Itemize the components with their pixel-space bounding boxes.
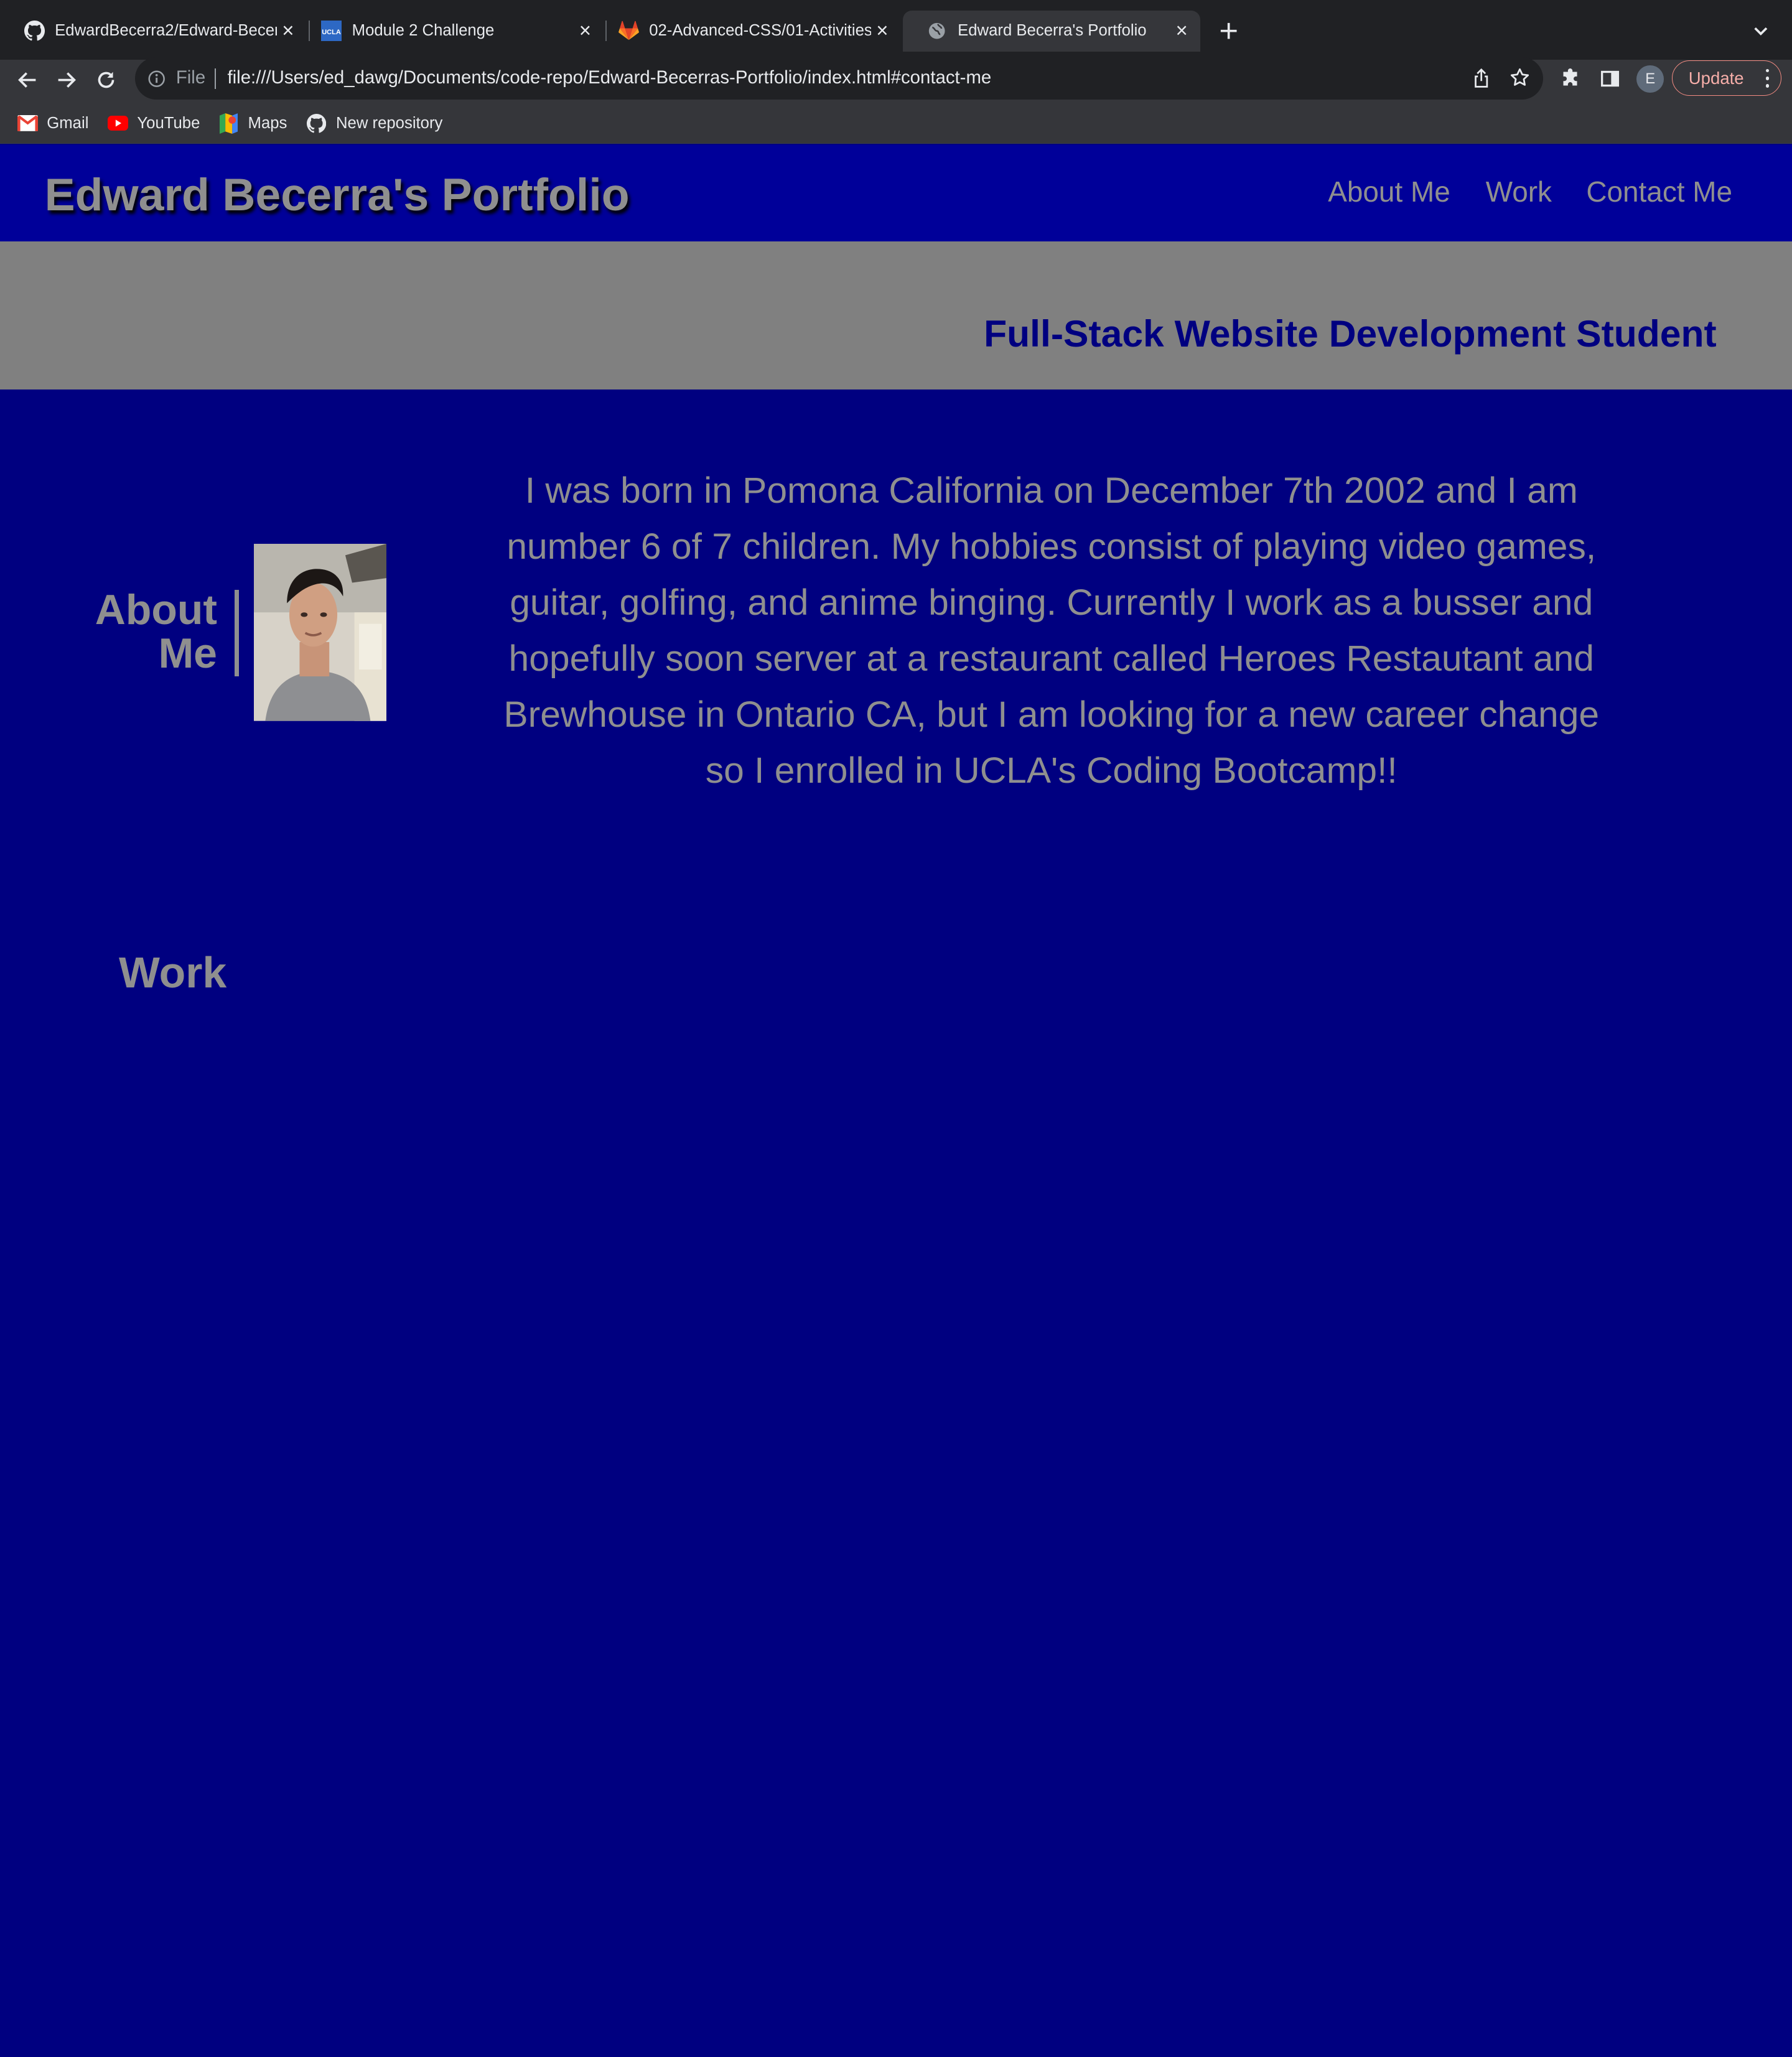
tab-module-2[interactable]: UCLA Module 2 Challenge × — [297, 11, 604, 52]
close-icon[interactable]: × — [277, 19, 300, 42]
info-icon[interactable] — [146, 68, 167, 89]
bookmark-label: YouTube — [137, 114, 200, 132]
close-icon[interactable]: × — [1170, 19, 1193, 42]
hero-banner: Full-Stack Website Development Student — [0, 241, 1792, 390]
more-vertical-icon[interactable] — [1763, 67, 1772, 90]
work-heading: Work — [119, 948, 227, 997]
bookmark-label: New repository — [335, 114, 443, 132]
bookmark-new-repository[interactable]: New repository — [306, 112, 442, 135]
tab-portfolio[interactable]: Edward Becerra's Portfolio × — [902, 10, 1200, 52]
close-icon[interactable]: × — [574, 19, 597, 42]
tab-advanced-css[interactable]: 02-Advanced-CSS/01-Activities × — [594, 11, 900, 52]
bookmark-gmail[interactable]: Gmail — [17, 112, 89, 135]
bookmarks-bar: Gmail YouTube Maps New repository — [0, 100, 1792, 144]
site-title: Edward Becerra's Portfolio — [44, 168, 630, 220]
tab-title: EdwardBecerra2/Edward-Becerras-Portfolio — [55, 22, 276, 40]
github-icon — [24, 21, 45, 41]
update-label: Update — [1688, 68, 1744, 88]
site-header: Edward Becerra's Portfolio About Me Work… — [0, 145, 1792, 241]
side-panel-icon[interactable] — [1597, 65, 1624, 93]
bookmark-label: Maps — [248, 114, 287, 132]
svg-text:UCLA: UCLA — [322, 29, 341, 36]
globe-icon — [927, 21, 948, 41]
scheme-separator — [215, 68, 217, 90]
tab-title: Module 2 Challenge — [352, 22, 495, 40]
bookmark-label: Gmail — [47, 114, 89, 132]
ucla-icon: UCLA — [321, 21, 342, 42]
page-viewport: Edward Becerra's Portfolio About Me Work… — [0, 145, 1792, 1120]
update-button[interactable]: Update — [1672, 60, 1782, 96]
tab-title: Edward Becerra's Portfolio — [958, 22, 1147, 40]
nav-link-contact-me[interactable]: Contact Me — [1586, 175, 1732, 208]
github-icon — [306, 113, 327, 134]
new-tab-button[interactable] — [1214, 16, 1244, 46]
reload-icon[interactable] — [91, 65, 121, 95]
nav-link-about-me[interactable]: About Me — [1328, 175, 1450, 208]
gitlab-icon — [618, 21, 639, 41]
about-divider — [234, 589, 239, 677]
profile-avatar[interactable]: E — [1636, 65, 1664, 93]
url-text[interactable]: file:///Users/ed_dawg/Documents/code-rep… — [227, 67, 991, 88]
bookmark-youtube[interactable]: YouTube — [107, 112, 200, 135]
tab-search-chevron-down-icon[interactable] — [1748, 18, 1773, 43]
youtube-icon — [107, 113, 128, 134]
maps-icon — [218, 113, 239, 134]
bookmark-maps[interactable]: Maps — [218, 112, 287, 135]
nav-link-work[interactable]: Work — [1486, 175, 1552, 208]
tab-strip: EdwardBecerra2/Edward-Becerras-Portfolio… — [0, 0, 1792, 60]
about-me-heading: About Me — [95, 585, 217, 677]
bookmark-star-icon[interactable] — [1508, 67, 1531, 90]
about-me-bio: I was born in Pomona California on Decem… — [503, 470, 1600, 791]
profile-photo — [253, 544, 386, 721]
tab-github[interactable]: EdwardBecerra2/Edward-Becerras-Portfolio… — [0, 11, 306, 52]
close-icon[interactable]: × — [871, 19, 894, 42]
gmail-icon — [17, 113, 38, 134]
address-bar[interactable]: File file:///Users/ed_dawg/Documents/cod… — [134, 57, 1543, 100]
share-icon[interactable] — [1470, 67, 1493, 90]
forward-arrow-icon[interactable] — [52, 65, 82, 95]
scheme-label: File — [175, 67, 206, 88]
back-arrow-icon[interactable] — [12, 65, 42, 95]
extensions-puzzle-icon[interactable] — [1557, 65, 1584, 93]
tab-title: 02-Advanced-CSS/01-Activities — [649, 22, 871, 40]
hero-tagline: Full-Stack Website Development Student — [984, 312, 1717, 355]
